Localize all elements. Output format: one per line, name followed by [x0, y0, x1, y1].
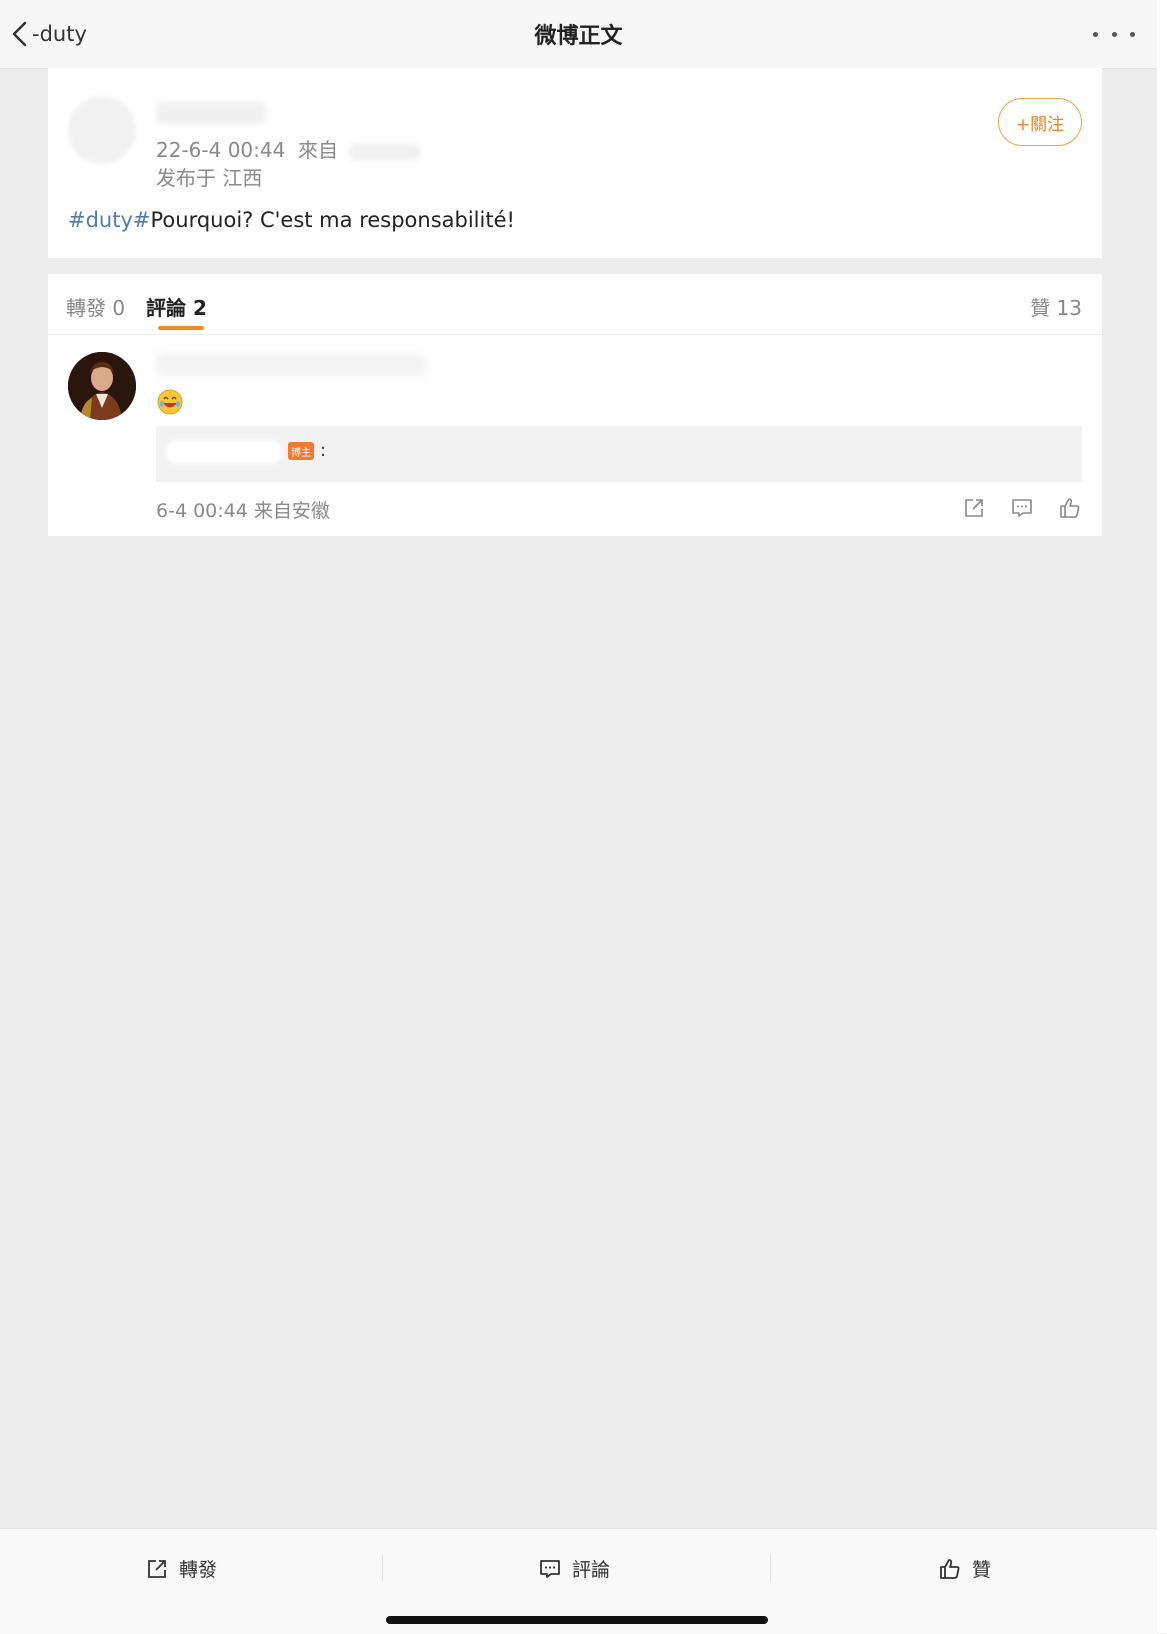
post-source-prefix: 來自: [298, 138, 339, 162]
more-dot-icon: [1111, 31, 1117, 37]
screen-edge: [1157, 0, 1167, 1633]
author-badge: 博主: [288, 442, 314, 460]
share-icon[interactable]: [962, 496, 986, 520]
like-label: 贊: [972, 1559, 992, 1581]
repost-label: 轉發: [179, 1559, 218, 1581]
like-button[interactable]: 贊: [938, 1555, 991, 1582]
home-indicator: [386, 1616, 768, 1624]
tab-likes-label: 贊: [1030, 296, 1051, 320]
follow-button[interactable]: +關注: [998, 98, 1082, 146]
thumbs-up-icon[interactable]: [1058, 496, 1082, 520]
laughing-emoji-icon: [157, 389, 183, 415]
page: -duty 微博正文 22-6-4 00:44 來自 发布于 江西 +關注 #d…: [0, 0, 1157, 1634]
tab-comments-count: 2: [192, 296, 207, 320]
active-tab-indicator: [158, 326, 204, 330]
post-body: #duty#Pourquoi? C'est ma responsabilité!: [68, 208, 515, 232]
comment-label: 評論: [572, 1559, 611, 1581]
tab-repost-count: 0: [112, 296, 126, 320]
divider: [382, 1555, 383, 1581]
repost-button[interactable]: 轉發: [145, 1555, 217, 1582]
comment-icon[interactable]: [1010, 496, 1034, 520]
more-options-button[interactable]: [1093, 20, 1135, 48]
post-location: 发布于 江西: [156, 166, 263, 190]
top-nav-bar: -duty 微博正文: [0, 0, 1157, 69]
tab-bar: 轉發 0 評論 2 贊 13: [48, 274, 1102, 335]
tab-repost[interactable]: 轉發 0: [66, 292, 125, 321]
post-meta: 22-6-4 00:44 來自 发布于 江西: [156, 136, 421, 192]
tab-comments-label: 評論: [146, 296, 186, 320]
more-dot-icon: [1093, 31, 1098, 37]
more-dot-icon: [1130, 31, 1135, 37]
tab-likes[interactable]: 贊 13: [1030, 292, 1082, 321]
post-card: 22-6-4 00:44 來自 发布于 江西 +關注 #duty#Pourquo…: [48, 68, 1102, 258]
divider: [770, 1555, 771, 1581]
comment-button[interactable]: 評論: [538, 1555, 610, 1582]
share-icon: [148, 1559, 166, 1578]
tab-likes-count: 13: [1056, 296, 1082, 320]
tab-repost-label: 轉發: [66, 296, 106, 320]
reply-author-redacted: [166, 440, 282, 464]
reply-quote[interactable]: 博主 :: [156, 426, 1082, 482]
reply-colon: :: [320, 440, 327, 461]
post-source-redacted: [350, 143, 421, 160]
page-title: 微博正文: [534, 24, 623, 49]
thumbs-up-icon: [940, 1558, 960, 1579]
portrait-image: [68, 352, 136, 420]
post-text: Pourquoi? C'est ma responsabilité!: [150, 208, 515, 232]
comment-actions: [962, 496, 1082, 520]
topic-link[interactable]: #duty#: [68, 208, 151, 232]
comment-icon: [540, 1559, 560, 1578]
comment-meta: 6-4 00:44 来自安徽: [156, 500, 330, 522]
post-datetime: 22-6-4 00:44: [156, 138, 286, 162]
author-name-redacted[interactable]: [156, 102, 266, 124]
commenter-name-redacted[interactable]: [156, 354, 426, 376]
author-avatar[interactable]: [68, 96, 136, 164]
commenter-avatar[interactable]: [68, 352, 136, 420]
comments-card: 轉發 0 評論 2 贊 13 博主: 6-4 00:44 来自安徽: [48, 274, 1102, 536]
tab-comments[interactable]: 評論 2: [146, 292, 207, 321]
